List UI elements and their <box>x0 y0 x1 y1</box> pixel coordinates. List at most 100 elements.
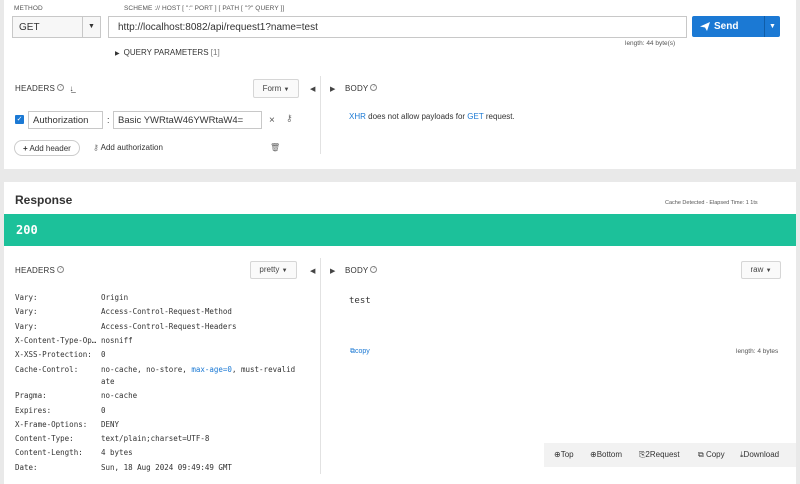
download-button[interactable]: ⤓Download <box>740 450 779 460</box>
collapse-right-icon[interactable]: ▶ <box>330 267 335 275</box>
chevron-down-icon: ▼ <box>769 23 776 30</box>
collapse-left-icon[interactable]: ◀ <box>310 85 315 93</box>
bottom-action-bar: ⊕Top ⊕Bottom ⎘2Request ⧉ Copy ⤓Download <box>544 443 796 467</box>
scroll-top-button[interactable]: ⊕Top <box>554 450 574 459</box>
panel-divider <box>320 258 321 474</box>
copy-label: copy <box>355 348 370 355</box>
query-params-toggle[interactable]: ▶ QUERY PARAMETERS [1] <box>115 48 220 57</box>
header-value: nosniff <box>101 336 133 345</box>
sort-icon[interactable]: ↓̲ <box>70 84 74 93</box>
download-label: Download <box>743 450 780 459</box>
response-headers-label: HEADERS <box>15 266 56 275</box>
add-header-label: Add header <box>29 144 71 153</box>
response-body-text: test <box>349 296 371 306</box>
url-input[interactable]: http://localhost:8082/api/request1?name=… <box>108 16 687 38</box>
header-value: DENY <box>101 420 120 429</box>
collapse-left-icon[interactable]: ◀ <box>310 267 315 275</box>
response-body-mode-dropdown[interactable]: raw ▼ <box>741 261 781 279</box>
send-icon <box>700 22 710 31</box>
add-authorization-label: Add authorization <box>100 143 163 152</box>
response-body-title: BODY? <box>345 266 378 275</box>
header-separator: : <box>107 115 110 125</box>
response-length-info: length: 4 bytes <box>736 348 779 355</box>
method-label: METHOD <box>14 5 43 12</box>
response-body-label: BODY <box>345 266 369 275</box>
chevron-down-icon: ▼ <box>765 268 772 274</box>
response-body-mode-label: raw <box>750 265 764 274</box>
copy-response-label: Copy <box>705 450 725 459</box>
query-params-label: QUERY PARAMETERS <box>123 48 209 57</box>
key-icon: ⚷ <box>93 143 99 152</box>
scroll-bottom-button[interactable]: ⊕Bottom <box>590 450 622 459</box>
header-value-field[interactable]: Basic YWRtaW46YWRtaW4= <box>113 111 262 129</box>
header-name-field[interactable]: Authorization <box>28 111 103 129</box>
add-header-button[interactable]: + Add header <box>14 140 80 156</box>
body-not-allowed-msg: XHR does not allow payloads for GET requ… <box>349 112 515 121</box>
header-value: 0 <box>101 350 106 359</box>
help-icon[interactable]: ? <box>57 266 65 273</box>
body-msg-text: does not allow payloads for <box>365 112 468 121</box>
arrow-down-circle-icon: ⊕ <box>590 450 597 459</box>
send-label: Send <box>714 21 739 32</box>
request-headers-title: HEADERS? ↓̲ <box>15 84 74 93</box>
remove-header-icon[interactable]: × <box>269 115 275 126</box>
header-value-part: no-cache, no-store, <box>101 365 192 374</box>
help-icon[interactable]: ? <box>370 266 378 273</box>
request-headers-label: HEADERS <box>15 84 56 93</box>
method-select[interactable]: GET ▼ <box>12 16 101 38</box>
to-request-label: 2Request <box>645 450 680 459</box>
header-name: Date: <box>15 463 38 472</box>
header-value: Sun, 18 Aug 2024 09:49:49 GMT <box>101 463 232 472</box>
bottom-label: Bottom <box>596 450 623 459</box>
header-value-keyword: max-age=0 <box>191 365 232 374</box>
chevron-down-icon: ▼ <box>281 268 288 274</box>
help-icon[interactable]: ? <box>370 84 378 91</box>
url-length-info: length: 44 byte(s) <box>625 40 676 47</box>
header-name: Vary: <box>15 322 38 331</box>
plus-icon: + <box>23 144 28 153</box>
headers-mode-dropdown[interactable]: Form ▼ <box>253 79 299 98</box>
request-body-label: BODY <box>345 84 369 93</box>
status-bar: 200 <box>4 214 796 246</box>
request-body-title: BODY? <box>345 84 378 93</box>
panel-divider <box>320 76 321 154</box>
key-icon[interactable]: ⚷ <box>286 113 293 124</box>
copy-body-button[interactable]: ⧉copy <box>350 348 370 356</box>
response-headers-title: HEADERS? <box>15 266 65 275</box>
headers-mode-label: Form <box>262 84 282 93</box>
header-value: Access-Control-Request-Headers <box>101 322 237 331</box>
header-name: Vary: <box>15 293 38 302</box>
header-name: Content-Type: <box>15 434 74 443</box>
chevron-right-icon: ▶ <box>115 51 120 57</box>
header-value: Origin <box>101 293 129 302</box>
chevron-down-icon: ▼ <box>82 17 100 37</box>
query-params-count: [1] <box>210 48 220 57</box>
header-value: 0 <box>101 406 106 415</box>
to-request-button[interactable]: ⎘2Request <box>639 450 680 460</box>
header-value-wrap: ate <box>101 377 115 386</box>
response-title: Response <box>15 193 73 207</box>
send-options-button[interactable]: ▼ <box>764 16 780 37</box>
add-authorization-button[interactable]: ⚷ Add authorization <box>93 143 163 152</box>
collapse-right-icon[interactable]: ▶ <box>330 85 335 93</box>
header-value-part: , must-revalid <box>231 365 296 374</box>
send-button[interactable]: Send <box>692 16 764 37</box>
copy-response-button[interactable]: ⧉ Copy <box>698 450 725 460</box>
help-icon[interactable]: ? <box>57 84 65 91</box>
response-headers-mode-dropdown[interactable]: pretty ▼ <box>250 261 297 279</box>
header-name: Pragma: <box>15 391 47 400</box>
cache-info: Cache Detected - Elapsed Time: 1 1ts <box>665 200 758 206</box>
status-code: 200 <box>16 223 38 237</box>
header-value: no-cache <box>101 391 138 400</box>
xhr-link[interactable]: XHR <box>349 112 366 121</box>
header-value: text/plain;charset=UTF-8 <box>101 434 210 443</box>
top-label: Top <box>560 450 574 459</box>
header-value: Access-Control-Request-Method <box>101 307 232 316</box>
body-msg-suffix: request. <box>483 112 515 121</box>
copy-icon: ⧉ <box>698 450 704 459</box>
header-name: X-Content-Type-Op… <box>15 336 97 345</box>
method-link[interactable]: GET <box>467 112 483 121</box>
header-enabled-checkbox[interactable]: ✓ <box>15 115 24 124</box>
trash-icon[interactable]: 🗑 <box>270 143 280 152</box>
header-name: Content-Length: <box>15 448 83 457</box>
